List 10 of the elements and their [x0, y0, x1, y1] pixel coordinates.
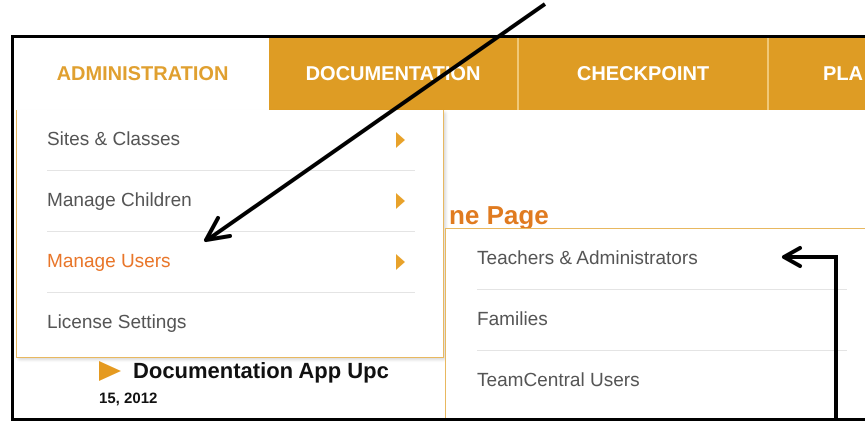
news-date: 15, 2012 — [99, 390, 158, 407]
news-title[interactable]: Documentation App Upc — [133, 358, 389, 384]
menu-item[interactable]: Manage Children — [47, 171, 415, 232]
submenu-item[interactable]: Teachers & Administrators — [477, 229, 847, 290]
submenu-item[interactable]: Families — [477, 290, 847, 351]
submenu-item[interactable]: TeamCentral Users — [477, 351, 847, 411]
menu-item[interactable]: Sites & Classes — [47, 110, 415, 171]
page-heading: ne Page — [449, 200, 550, 230]
triangle-icon — [99, 361, 121, 381]
menu-item[interactable]: License Settings — [47, 293, 415, 353]
